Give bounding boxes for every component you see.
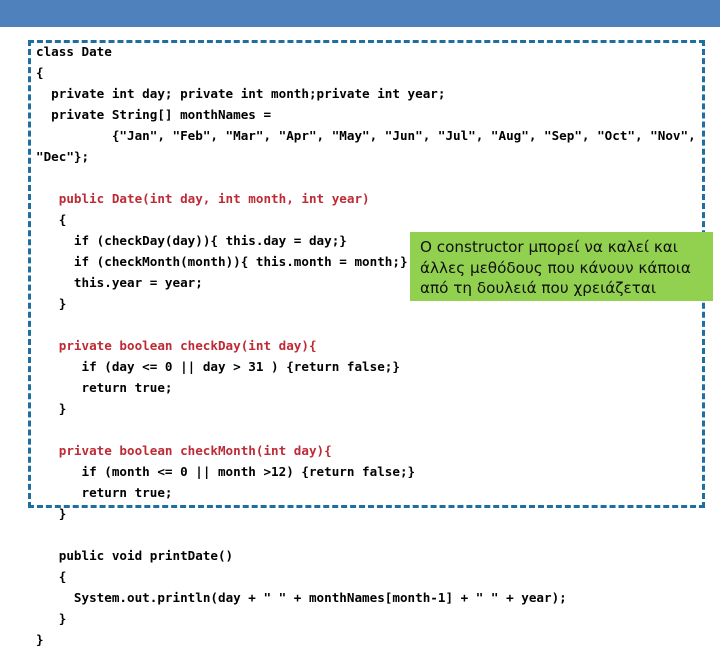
code-line: } [36,608,708,629]
code-line: private int day; private int month;priva… [36,83,708,104]
code-line: System.out.println(day + " " + monthName… [36,587,708,608]
slide-top-banner [0,0,720,27]
code-segment: if (checkDay(day)){ this.day = day;} [36,233,347,248]
code-line: } [36,503,708,524]
code-line: public Date(int day, int month, int year… [36,188,708,209]
code-line: private boolean checkMonth(int day){ [36,440,708,461]
code-line: public void printDate() [36,545,708,566]
code-segment: this.year = year; [36,275,203,290]
code-segment: System.out.println(day + " " + monthName… [36,590,567,605]
code-line: private boolean checkDay(int day){ [36,335,708,356]
code-segment: if (day <= 0 || day > 31 ) {return false… [36,359,400,374]
code-keyword-segment: private boolean checkDay(int day){ [36,338,317,353]
code-segment: private String[] monthNames = [36,107,279,122]
code-line: if (day <= 0 || day > 31 ) {return false… [36,356,708,377]
code-segment: } [36,506,67,521]
code-line: } [36,398,708,419]
code-keyword-segment: private boolean checkMonth(int day){ [36,443,332,458]
code-line: class Date [36,41,708,62]
code-segment: class Date [36,44,112,59]
code-segment: } [36,632,44,647]
code-segment: { [36,65,44,80]
code-segment: } [36,296,67,311]
code-segment: } [36,401,67,416]
callout-line: άλλες μεθόδους που κάνουν κάποια [420,258,691,277]
code-segment: { [36,212,67,227]
code-line: private String[] monthNames = [36,104,708,125]
java-code-listing: class Date { private int day; private int… [36,41,708,650]
code-segment: public void printDate() [36,548,234,563]
code-segment: return true; [36,485,173,500]
code-segment: private int day; private int month;priva… [36,86,446,101]
code-segment: { [36,569,67,584]
code-line: { [36,62,708,83]
code-keyword-segment: public Date(int day, int month, int year… [36,191,370,206]
code-line: {"Jan", "Feb", "Mar", "Apr", "May", "Jun… [36,125,708,167]
code-line: { [36,566,708,587]
code-segment: return true; [36,380,173,395]
callout-line: από τη δουλειά που χρειάζεται [420,279,657,297]
code-line: } [36,629,708,650]
code-line: return true; [36,482,708,503]
slide-canvas: class Date { private int day; private int… [0,0,720,647]
code-segment: } [36,611,67,626]
green-callout-box: Ο constructor μπορεί να καλεί και άλλες μ… [410,232,713,301]
callout-line: Ο constructor μπορεί να καλεί και [420,238,678,256]
code-line: return true; [36,377,708,398]
code-segment: {"Jan", "Feb", "Mar", "Apr", "May", "Jun… [36,128,704,164]
code-segment: if (month <= 0 || month >12) {return fal… [36,464,416,479]
code-segment: if (checkMonth(month)){ this.month = mon… [36,254,408,269]
code-line: if (month <= 0 || month >12) {return fal… [36,461,708,482]
code-line: { [36,209,708,230]
